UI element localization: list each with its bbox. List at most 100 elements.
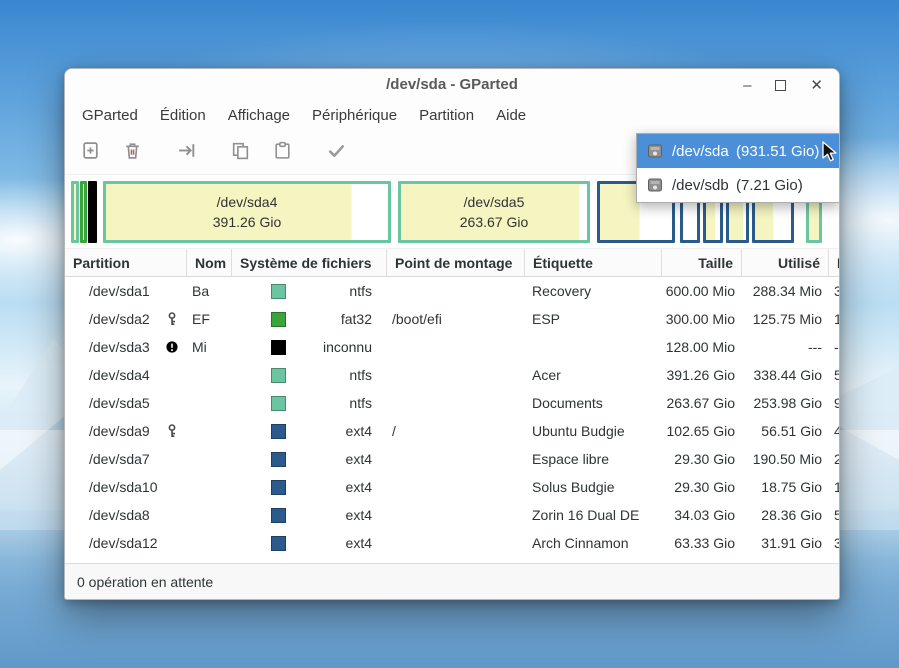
- resize-move-button[interactable]: [171, 138, 201, 168]
- column-header-7[interactable]: Inutilisé: [828, 249, 839, 276]
- column-header-5[interactable]: Taille: [661, 249, 741, 276]
- partition-name: /dev/sda12: [89, 535, 158, 551]
- mountpoint-cell: [386, 529, 524, 557]
- label-cell: ESP: [524, 305, 661, 333]
- fs-name: inconnu: [286, 339, 380, 355]
- new-partition-icon: [80, 140, 101, 166]
- column-header-4[interactable]: Étiquette: [524, 249, 661, 276]
- fs-name: ntfs: [286, 367, 380, 383]
- device-name: /dev/sda: [672, 143, 736, 160]
- label-cell: Espace libre: [524, 445, 661, 473]
- menu-item-4[interactable]: Partition: [408, 101, 485, 131]
- unused-cell: 52.82 Gio: [828, 361, 839, 389]
- minimize-button[interactable]: –: [743, 78, 751, 93]
- menu-item-3[interactable]: Périphérique: [301, 101, 408, 131]
- table-row-0[interactable]: /dev/sda1BantfsRecovery600.00 Mio288.34 …: [65, 277, 839, 305]
- table-row-9[interactable]: /dev/sda12ext4Arch Cinnamon63.33 Gio31.9…: [65, 529, 839, 557]
- apply-icon: [326, 140, 347, 166]
- partition-segment-sda2[interactable]: [80, 181, 87, 243]
- window-title: /dev/sda - GParted: [65, 69, 839, 101]
- label-cell: Solus Budgie: [524, 473, 661, 501]
- mountpoint-cell: [386, 389, 524, 417]
- partition-segment-sda3[interactable]: [88, 181, 97, 243]
- fs-name: ext4: [286, 535, 380, 551]
- filesystem-cell: ntfs: [231, 277, 386, 305]
- name-cell: Ba: [186, 277, 231, 305]
- menu-item-0[interactable]: GParted: [71, 101, 149, 131]
- fs-color-swatch: [271, 480, 286, 495]
- delete-partition-button[interactable]: [117, 138, 147, 168]
- key-icon: [166, 424, 178, 438]
- titlebar[interactable]: /dev/sda - GParted – ✕: [65, 69, 839, 101]
- apply-button[interactable]: [321, 138, 351, 168]
- fs-name: fat32: [286, 311, 380, 327]
- used-cell: 253.98 Gio: [741, 389, 828, 417]
- partition-name: /dev/sda3: [89, 339, 150, 355]
- statusbar-text: 0 opération en attente: [77, 574, 213, 590]
- partition-cell: /dev/sda5: [65, 389, 186, 417]
- unused-cell: ---: [828, 333, 839, 361]
- maximize-button[interactable]: [775, 80, 786, 91]
- menu-item-2[interactable]: Affichage: [217, 101, 301, 131]
- column-header-6[interactable]: Utilisé: [741, 249, 828, 276]
- close-button[interactable]: ✕: [810, 78, 823, 93]
- table-row-1[interactable]: /dev/sda2EFfat32/boot/efiESP300.00 Mio12…: [65, 305, 839, 333]
- drive-icon: [647, 177, 663, 193]
- partition-cell: /dev/sda9: [65, 417, 186, 445]
- table-row-3[interactable]: /dev/sda4ntfsAcer391.26 Gio338.44 Gio52.…: [65, 361, 839, 389]
- name-cell: [186, 361, 231, 389]
- table-row-6[interactable]: /dev/sda7ext4Espace libre29.30 Gio190.50…: [65, 445, 839, 473]
- partition-cell: /dev/sda3: [65, 333, 186, 361]
- fs-color-swatch: [271, 312, 286, 327]
- warning-icon: [166, 340, 178, 354]
- mountpoint-cell: [386, 501, 524, 529]
- copy-button[interactable]: [225, 138, 255, 168]
- new-partition-button[interactable]: [75, 138, 105, 168]
- used-cell: 338.44 Gio: [741, 361, 828, 389]
- mountpoint-cell: /: [386, 417, 524, 445]
- used-cell: 190.50 Mio: [741, 445, 828, 473]
- menu-item-1[interactable]: Édition: [149, 101, 217, 131]
- label-cell: Acer: [524, 361, 661, 389]
- size-cell: 128.00 Mio: [661, 333, 741, 361]
- label-cell: Recovery: [524, 277, 661, 305]
- partition-segment-sda4[interactable]: /dev/sda4391.26 Gio: [103, 181, 391, 243]
- table-row-8[interactable]: /dev/sda8ext4Zorin 16 Dual DE34.03 Gio28…: [65, 501, 839, 529]
- menu-item-5[interactable]: Aide: [485, 101, 537, 131]
- unused-cell: 9.69 Gio: [828, 389, 839, 417]
- delete-partition-icon: [122, 140, 143, 166]
- unused-cell: 31.42 Gio: [828, 529, 839, 557]
- mountpoint-cell: [386, 333, 524, 361]
- fs-color-swatch: [271, 340, 286, 355]
- fs-name: ext4: [286, 479, 380, 495]
- filesystem-cell: fat32: [231, 305, 386, 333]
- fs-color-swatch: [271, 396, 286, 411]
- column-header-2[interactable]: Système de fichiers: [231, 249, 386, 276]
- fs-color-swatch: [271, 368, 286, 383]
- table-row-4[interactable]: /dev/sda5ntfsDocuments263.67 Gio253.98 G…: [65, 389, 839, 417]
- column-header-0[interactable]: Partition: [65, 249, 186, 276]
- fs-color-swatch: [271, 508, 286, 523]
- column-header-1[interactable]: Nom: [186, 249, 231, 276]
- segment-size: 263.67 Gio: [460, 212, 529, 232]
- table-row-5[interactable]: /dev/sda9ext4/Ubuntu Budgie102.65 Gio56.…: [65, 417, 839, 445]
- size-cell: 29.30 Gio: [661, 445, 741, 473]
- partition-segment-sda5[interactable]: /dev/sda5263.67 Gio: [398, 181, 590, 243]
- statusbar: 0 opération en attente: [65, 563, 839, 599]
- table-row-7[interactable]: /dev/sda10ext4Solus Budgie29.30 Gio18.75…: [65, 473, 839, 501]
- filesystem-cell: ext4: [231, 501, 386, 529]
- fs-color-swatch: [271, 452, 286, 467]
- paste-button[interactable]: [267, 138, 297, 168]
- fs-name: ext4: [286, 451, 380, 467]
- partition-table: /dev/sda1BantfsRecovery600.00 Mio288.34 …: [65, 277, 839, 563]
- table-row-2[interactable]: /dev/sda3Miinconnu128.00 Mio------: [65, 333, 839, 361]
- copy-icon: [230, 140, 251, 166]
- partition-cell: /dev/sda1: [65, 277, 186, 305]
- device-option-1[interactable]: /dev/sdb(7.21 Gio): [637, 168, 839, 202]
- used-cell: 125.75 Mio: [741, 305, 828, 333]
- device-option-0[interactable]: /dev/sda(931.51 Gio): [637, 134, 839, 168]
- partition-name: /dev/sda9: [89, 423, 150, 439]
- partition-segment-sda1[interactable]: [71, 181, 79, 243]
- column-header-3[interactable]: Point de montage: [386, 249, 524, 276]
- filesystem-cell: ext4: [231, 417, 386, 445]
